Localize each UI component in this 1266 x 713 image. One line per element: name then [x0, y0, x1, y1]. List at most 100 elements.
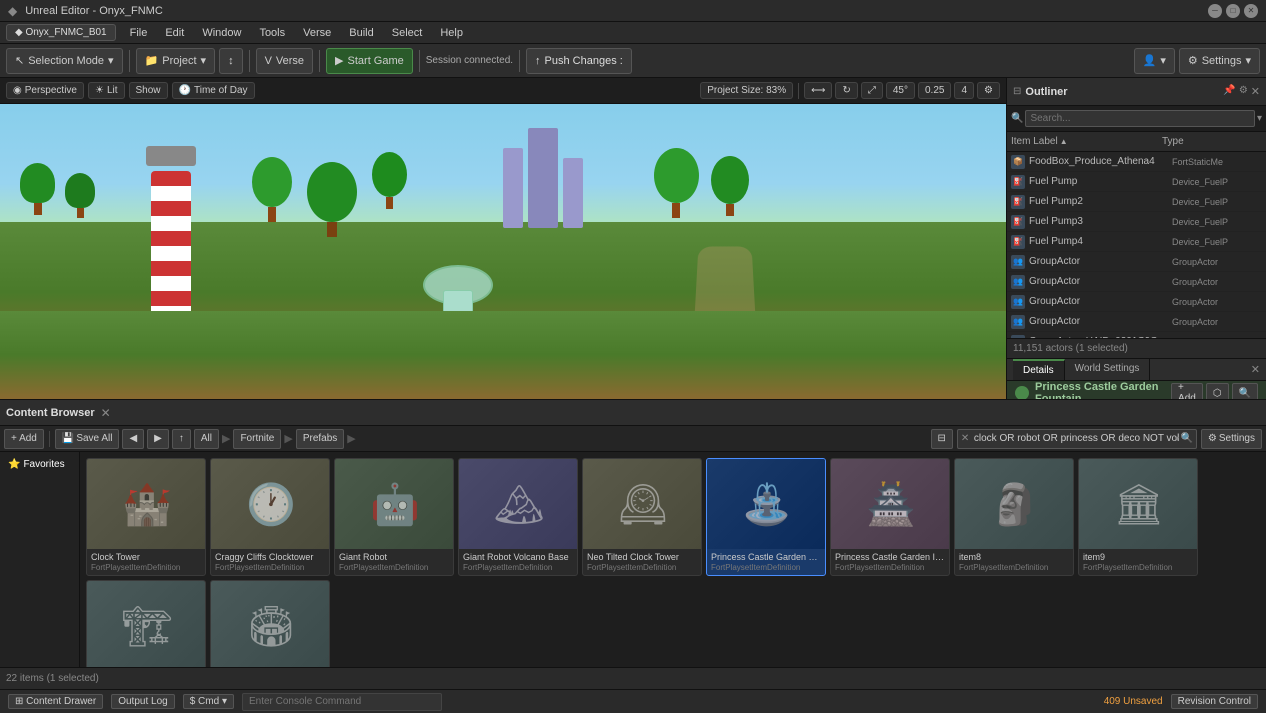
menu-select[interactable]: Select — [384, 25, 431, 41]
output-log-button[interactable]: Output Log — [111, 694, 174, 709]
cmd-button[interactable]: $ Cmd ▾ — [183, 694, 234, 709]
cb-up-button[interactable]: ↑ — [172, 429, 191, 449]
cb-filter-button[interactable]: ⊟ — [931, 429, 953, 449]
console-input[interactable] — [242, 693, 442, 711]
cb-settings-button[interactable]: ⚙ Settings — [1201, 429, 1262, 449]
trees-left — [20, 163, 95, 218]
outliner-close-icon[interactable]: ✕ — [1251, 85, 1260, 98]
cb-item[interactable]: 🏗 item10 FortPlaysetItemDefinition — [86, 580, 206, 667]
outliner-search-input[interactable] — [1025, 110, 1255, 127]
cb-forward-button[interactable]: ▶ — [147, 429, 169, 449]
menu-window[interactable]: Window — [194, 25, 249, 41]
outliner-item[interactable]: ⛽ Fuel Pump3 Device_FuelP — [1007, 212, 1266, 232]
snap-rotate[interactable]: 45° — [886, 82, 915, 99]
outliner-list: 📦 FoodBox_Produce_Athena4 FortStaticMe ⛽… — [1007, 152, 1266, 338]
project-button[interactable]: 📁 Project ▾ — [136, 48, 215, 74]
cb-search-container: ✕ 🔍 ▾ — [957, 429, 1197, 449]
transform-button[interactable]: ↕ — [219, 48, 243, 74]
cb-item-type: FortPlaysetItemDefinition — [1083, 563, 1193, 572]
scale-btn[interactable]: ⤢ — [861, 82, 883, 99]
cb-item-thumbnail: 🏯 — [831, 459, 950, 549]
cb-item[interactable]: 🕰 Neo Tilted Clock Tower FortPlaysetItem… — [582, 458, 702, 576]
project-size-indicator[interactable]: Project Size: 83% — [700, 82, 793, 99]
cb-item-thumbnail: 🏟 — [211, 581, 330, 667]
cb-close-icon[interactable]: ✕ — [101, 406, 111, 420]
menu-help[interactable]: Help — [432, 25, 471, 41]
outliner-settings-icon[interactable]: ⚙ — [1239, 85, 1248, 98]
snap-size[interactable]: 4 — [954, 82, 974, 99]
selection-mode-button[interactable]: ↖ Selection Mode ▾ — [6, 48, 123, 74]
cb-search-input[interactable] — [957, 429, 1197, 449]
outliner-item[interactable]: ⛽ Fuel Pump2 Device_FuelP — [1007, 192, 1266, 212]
lit-button[interactable]: ☀ Lit — [88, 82, 125, 99]
cb-item-thumbnail: 🏗 — [87, 581, 206, 667]
outliner-item[interactable]: 👥 GroupActor GroupActor — [1007, 252, 1266, 272]
cb-item[interactable]: 🕐 Craggy Cliffs Clocktower FortPlaysetIt… — [210, 458, 330, 576]
tab-world-settings[interactable]: World Settings — [1065, 359, 1151, 380]
cb-item[interactable]: 🗿 item8 FortPlaysetItemDefinition — [954, 458, 1074, 576]
cb-add-button[interactable]: + Add — [4, 429, 44, 449]
minimize-button[interactable]: ─ — [1208, 4, 1222, 18]
maximize-button[interactable]: □ — [1226, 4, 1240, 18]
cb-search-clear-icon[interactable]: ✕ — [961, 433, 969, 444]
cb-all-button[interactable]: All — [194, 429, 219, 449]
cb-item[interactable]: ⛲ Princess Castle Garden Fountain FortPl… — [706, 458, 826, 576]
users-button[interactable]: 👤 ▾ — [1134, 48, 1175, 74]
content-drawer-button[interactable]: ⊞ Content Drawer — [8, 694, 103, 709]
cb-item-name: item8 — [959, 552, 1069, 562]
start-game-button[interactable]: ▶ Start Game — [326, 48, 413, 74]
revision-control-button[interactable]: Revision Control — [1171, 694, 1258, 709]
close-button[interactable]: ✕ — [1244, 4, 1258, 18]
cb-item[interactable]: 🤖 Giant Robot FortPlaysetItemDefinition — [334, 458, 454, 576]
outliner-item[interactable]: 👥 GroupActor GroupActor — [1007, 272, 1266, 292]
outliner-item[interactable]: 👥 GroupActor GroupActor — [1007, 292, 1266, 312]
perspective-button[interactable]: ◉ Perspective — [6, 82, 84, 99]
cb-fortnite-button[interactable]: Fortnite — [233, 429, 281, 449]
menu-edit[interactable]: Edit — [157, 25, 192, 41]
viewport-canvas[interactable] — [0, 104, 1006, 399]
outliner-item[interactable]: 👥 GroupActor GroupActor — [1007, 312, 1266, 332]
cb-back-button[interactable]: ◀ — [122, 429, 144, 449]
outliner-item[interactable]: ⛽ Fuel Pump Device_FuelP — [1007, 172, 1266, 192]
camera-settings[interactable]: ⚙ — [977, 82, 1000, 99]
cb-save-all-button[interactable]: 💾 Save All — [55, 429, 120, 449]
perspective-icon: ◉ — [13, 85, 22, 96]
item-type-label: Device_FuelP — [1172, 197, 1262, 207]
add-component-button[interactable]: + Add — [1171, 383, 1203, 399]
outliner-item[interactable]: ⛽ Fuel Pump4 Device_FuelP — [1007, 232, 1266, 252]
snap-translate[interactable]: 0.25 — [918, 82, 951, 99]
menu-verse[interactable]: Verse — [295, 25, 339, 41]
cb-item[interactable]: 🏰 Clock Tower FortPlaysetItemDefinition — [86, 458, 206, 576]
details-close-icon[interactable]: ✕ — [1251, 363, 1260, 376]
tab-details[interactable]: Details — [1013, 359, 1065, 380]
project-icon: 📁 — [145, 54, 159, 67]
cb-item[interactable]: 🏯 Princess Castle Garden Intersection Fo… — [830, 458, 950, 576]
save-icon: 💾 — [62, 433, 74, 444]
outliner-item[interactable]: 📦 FoodBox_Produce_Athena4 FortStaticMe — [1007, 152, 1266, 172]
rotate-btn[interactable]: ↻ — [835, 82, 857, 99]
outliner-filter-icon[interactable]: ▾ — [1257, 113, 1262, 124]
show-button[interactable]: Show — [129, 82, 168, 99]
time-of-day-button[interactable]: 🕐 Time of Day — [172, 82, 255, 99]
menu-tools[interactable]: Tools — [251, 25, 293, 41]
verse-button[interactable]: V Verse — [256, 48, 313, 74]
blueprint-icon-btn[interactable]: ⬡ — [1206, 383, 1229, 399]
cb-item-info: Giant Robot FortPlaysetItemDefinition — [335, 549, 453, 575]
menu-file[interactable]: File — [122, 25, 156, 41]
cb-item-type: FortPlaysetItemDefinition — [463, 563, 573, 572]
cb-item[interactable]: 🏔 Giant Robot Volcano Base FortPlaysetIt… — [458, 458, 578, 576]
translate-btn[interactable]: ⟷ — [804, 82, 832, 99]
cb-search-dropdown-icon[interactable]: ▾ — [1175, 434, 1179, 443]
cb-sidebar-favorites[interactable]: ⭐ Favorites — [4, 456, 75, 473]
cb-prefabs-button[interactable]: Prefabs — [296, 429, 344, 449]
search-actor-btn[interactable]: 🔍 — [1232, 383, 1258, 399]
cb-item[interactable]: 🏟 item11 FortPlaysetItemDefinition — [210, 580, 330, 667]
cb-item-info: Craggy Cliffs Clocktower FortPlaysetItem… — [211, 549, 329, 575]
item-type-icon: ⛽ — [1011, 215, 1025, 229]
push-changes-button[interactable]: ↑ Push Changes : — [526, 48, 632, 74]
outliner-pin-icon[interactable]: 📌 — [1223, 85, 1235, 98]
menu-build[interactable]: Build — [341, 25, 381, 41]
settings-button[interactable]: ⚙ Settings ▾ — [1179, 48, 1260, 74]
cb-item[interactable]: 🏛 item9 FortPlaysetItemDefinition — [1078, 458, 1198, 576]
item-type-label: GroupActor — [1172, 317, 1262, 327]
